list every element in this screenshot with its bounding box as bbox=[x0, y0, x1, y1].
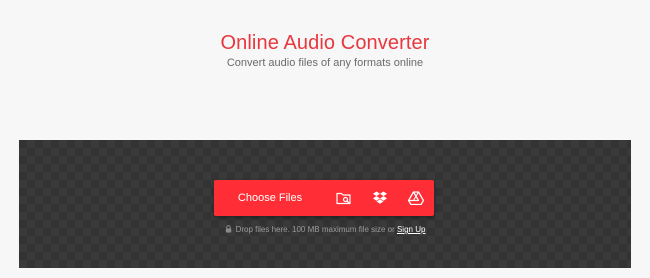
browse-device-button[interactable] bbox=[326, 180, 362, 216]
page-subtitle: Convert audio files of any formats onlin… bbox=[226, 57, 424, 69]
drop-hint: Drop files here. 100 MB maximum file siz… bbox=[19, 224, 631, 237]
dropbox-button[interactable] bbox=[362, 180, 398, 216]
google-drive-button[interactable] bbox=[398, 180, 434, 216]
choose-files-button[interactable]: Choose Files bbox=[214, 180, 326, 216]
upload-button-group: Choose Files bbox=[214, 180, 434, 216]
sign-up-link[interactable]: Sign Up bbox=[397, 225, 425, 234]
google-drive-icon bbox=[408, 191, 424, 205]
lock-icon bbox=[225, 225, 232, 237]
page-title: Online Audio Converter bbox=[220, 32, 430, 54]
drop-hint-text: Drop files here. 100 MB maximum file siz… bbox=[235, 225, 395, 234]
file-dropzone[interactable]: Choose Files Drop files here. 100 MB max… bbox=[19, 140, 631, 268]
page-header: Online Audio Converter Convert audio fil… bbox=[0, 0, 650, 140]
folder-search-icon bbox=[336, 191, 352, 205]
dropbox-icon bbox=[372, 191, 388, 205]
